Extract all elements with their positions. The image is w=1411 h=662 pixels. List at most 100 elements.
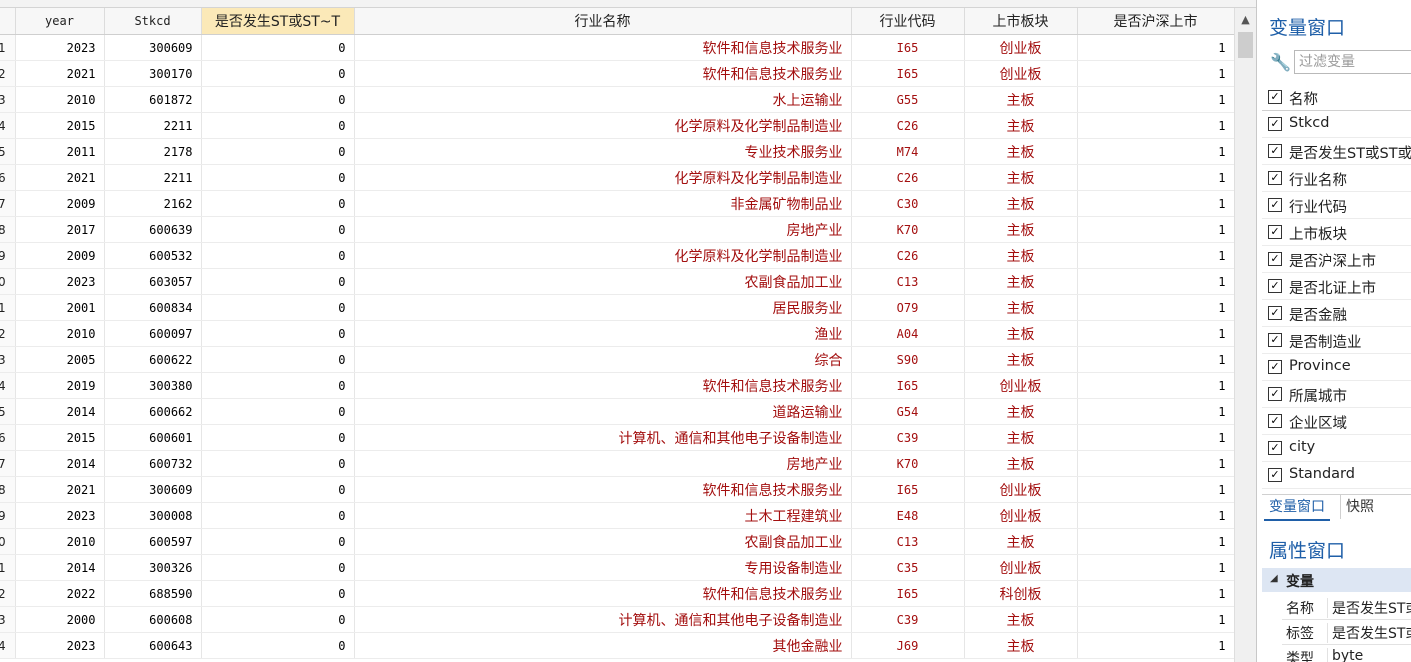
variable-checkbox[interactable]: ✓ (1268, 441, 1282, 455)
cell-industry-code[interactable]: C26 (851, 164, 965, 191)
table-row[interactable]: 420236006430其他金融业J69主板1 (0, 632, 1235, 659)
cell-stkcd[interactable]: 603057 (104, 268, 202, 295)
table-row[interactable]: 4201522110化学原料及化学制品制造业C26主板1 (0, 112, 1235, 139)
variable-checkbox[interactable]: ✓ (1268, 252, 1282, 266)
cell-st[interactable]: 0 (201, 398, 355, 425)
cell-hs-listed[interactable]: 1 (1077, 346, 1235, 373)
cell-hs-listed[interactable]: 1 (1077, 60, 1235, 87)
cell-stkcd[interactable]: 2211 (104, 112, 202, 139)
cell-industry-name[interactable]: 综合 (354, 346, 852, 373)
cell-board[interactable]: 科创板 (964, 580, 1078, 607)
cell-year[interactable]: 2023 (15, 268, 105, 295)
tab-variables[interactable]: 变量窗口 (1264, 495, 1330, 521)
cell-industry-code[interactable]: A04 (851, 320, 965, 347)
select-all-checkbox[interactable]: ✓ (1268, 90, 1282, 104)
cell-year[interactable]: 2014 (15, 554, 105, 581)
cell-st[interactable]: 0 (201, 138, 355, 165)
table-row[interactable]: 420193003800软件和信息技术服务业I65创业板1 (0, 372, 1235, 399)
cell-year[interactable]: 2001 (15, 294, 105, 321)
cell-industry-name[interactable]: 非金属矿物制品业 (354, 190, 852, 217)
cell-industry-name[interactable]: 道路运输业 (354, 398, 852, 425)
cell-board[interactable]: 创业板 (964, 502, 1078, 529)
cell-year[interactable]: 2014 (15, 398, 105, 425)
table-row[interactable]: 120016008340居民服务业O79主板1 (0, 294, 1235, 321)
cell-board[interactable]: 主板 (964, 86, 1078, 113)
cell-year[interactable]: 2017 (15, 216, 105, 243)
cell-board[interactable]: 主板 (964, 190, 1078, 217)
property-value[interactable]: 是否发生ST或 (1327, 598, 1411, 618)
cell-industry-name[interactable]: 房地产业 (354, 450, 852, 477)
variable-list-item[interactable]: ✓ 上市板块 (1262, 219, 1411, 246)
variable-list-item[interactable]: ✓ 行业名称 (1262, 165, 1411, 192)
variable-list-item[interactable]: ✓ 是否沪深上市 (1262, 246, 1411, 273)
variable-checkbox[interactable]: ✓ (1268, 171, 1282, 185)
cell-st[interactable]: 0 (201, 372, 355, 399)
variable-list-item[interactable]: ✓ 行业代码 (1262, 192, 1411, 219)
cell-industry-code[interactable]: C26 (851, 112, 965, 139)
cell-industry-code[interactable]: J69 (851, 632, 965, 659)
cell-year[interactable]: 2015 (15, 112, 105, 139)
cell-st[interactable]: 0 (201, 632, 355, 659)
variable-checkbox[interactable]: ✓ (1268, 279, 1282, 293)
cell-industry-name[interactable]: 化学原料及化学制品制造业 (354, 164, 852, 191)
table-row[interactable]: 920233000080土木工程建筑业E48创业板1 (0, 502, 1235, 529)
cell-year[interactable]: 2022 (15, 580, 105, 607)
table-row[interactable]: 320056006220综合S90主板1 (0, 346, 1235, 373)
collapse-triangle-icon[interactable]: ◢ (1270, 573, 1278, 584)
cell-industry-code[interactable]: I65 (851, 580, 965, 607)
column-header-board[interactable]: 上市板块 (964, 8, 1078, 35)
cell-industry-name[interactable]: 其他金融业 (354, 632, 852, 659)
cell-hs-listed[interactable]: 1 (1077, 320, 1235, 347)
cell-industry-name[interactable]: 土木工程建筑业 (354, 502, 852, 529)
cell-industry-code[interactable]: C13 (851, 528, 965, 555)
variable-list-item[interactable]: ✓ 是否金融 (1262, 300, 1411, 327)
cell-board[interactable]: 主板 (964, 268, 1078, 295)
table-row[interactable]: 120143003260专用设备制造业C35创业板1 (0, 554, 1235, 581)
table-row[interactable]: 020236030570农副食品加工业C13主板1 (0, 268, 1235, 295)
cell-stkcd[interactable]: 600834 (104, 294, 202, 321)
variable-list-item[interactable]: ✓ Province (1262, 354, 1411, 381)
cell-industry-name[interactable]: 农副食品加工业 (354, 528, 852, 555)
cell-year[interactable]: 2010 (15, 320, 105, 347)
variable-list-item[interactable]: ✓ 是否北证上市 (1262, 273, 1411, 300)
variable-checkbox[interactable]: ✓ (1268, 414, 1282, 428)
cell-board[interactable]: 主板 (964, 242, 1078, 269)
cell-st[interactable]: 0 (201, 554, 355, 581)
table-row[interactable]: 720146007320房地产业K70主板1 (0, 450, 1235, 477)
cell-industry-name[interactable]: 计算机、通信和其他电子设备制造业 (354, 424, 852, 451)
variable-checkbox[interactable]: ✓ (1268, 198, 1282, 212)
cell-st[interactable]: 0 (201, 294, 355, 321)
cell-industry-code[interactable]: C39 (851, 606, 965, 633)
variable-checkbox[interactable]: ✓ (1268, 360, 1282, 374)
cell-hs-listed[interactable]: 1 (1077, 398, 1235, 425)
cell-hs-listed[interactable]: 1 (1077, 528, 1235, 555)
variable-checkbox[interactable]: ✓ (1268, 333, 1282, 347)
cell-hs-listed[interactable]: 1 (1077, 112, 1235, 139)
variable-checkbox[interactable]: ✓ (1268, 387, 1282, 401)
cell-year[interactable]: 2021 (15, 60, 105, 87)
cell-industry-name[interactable]: 软件和信息技术服务业 (354, 580, 852, 607)
wrench-icon[interactable]: 🔧 (1270, 53, 1291, 73)
cell-year[interactable]: 2023 (15, 632, 105, 659)
cell-stkcd[interactable]: 600532 (104, 242, 202, 269)
variable-checkbox[interactable]: ✓ (1268, 117, 1282, 131)
variable-checkbox[interactable]: ✓ (1268, 144, 1282, 158)
variable-list-item[interactable]: ✓ 是否制造业 (1262, 327, 1411, 354)
cell-hs-listed[interactable]: 1 (1077, 138, 1235, 165)
cell-year[interactable]: 2005 (15, 346, 105, 373)
cell-year[interactable]: 2021 (15, 476, 105, 503)
cell-year[interactable]: 2023 (15, 502, 105, 529)
cell-industry-name[interactable]: 软件和信息技术服务业 (354, 372, 852, 399)
cell-industry-code[interactable]: C30 (851, 190, 965, 217)
cell-industry-code[interactable]: I65 (851, 60, 965, 87)
table-row[interactable]: 7200921620非金属矿物制品业C30主板1 (0, 190, 1235, 217)
cell-industry-code[interactable]: C35 (851, 554, 965, 581)
cell-stkcd[interactable]: 300008 (104, 502, 202, 529)
cell-hs-listed[interactable]: 1 (1077, 476, 1235, 503)
cell-board[interactable]: 创业板 (964, 34, 1078, 61)
cell-stkcd[interactable]: 600622 (104, 346, 202, 373)
cell-hs-listed[interactable]: 1 (1077, 606, 1235, 633)
cell-industry-name[interactable]: 农副食品加工业 (354, 268, 852, 295)
cell-st[interactable]: 0 (201, 346, 355, 373)
cell-st[interactable]: 0 (201, 450, 355, 477)
